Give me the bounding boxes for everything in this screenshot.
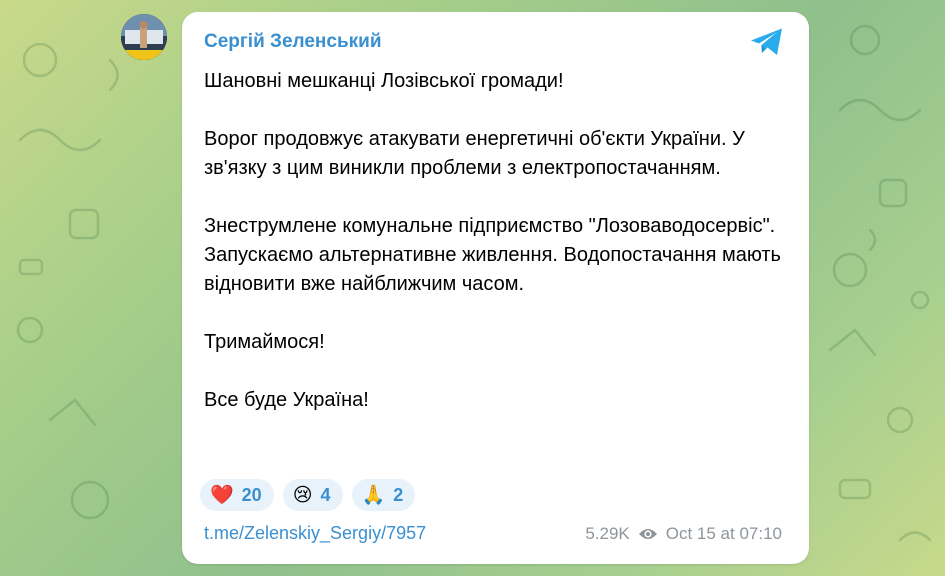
reaction-heart[interactable]: ❤️ 20 [200, 479, 274, 511]
author-name[interactable]: Сергій Зеленський [204, 31, 382, 53]
message-paragraph: Тримаймося! [204, 331, 325, 353]
praying-hands-icon: 🙏 [361, 484, 386, 506]
message-text: Шановні мешканці Лозівської громади! Вор… [204, 67, 789, 444]
telegram-logo-icon[interactable] [749, 27, 785, 57]
message-paragraph: Знеструмлене комунальне підприємство "Ло… [204, 215, 781, 295]
reaction-count: 20 [241, 484, 262, 505]
reaction-count: 2 [393, 484, 404, 505]
message-card: Сергій Зеленський Шановні мешканці Лозів… [182, 12, 809, 564]
message-paragraph: Ворог продовжує атакувати енергетичні об… [204, 128, 745, 179]
reaction-praying-hands[interactable]: 🙏 2 [351, 479, 416, 511]
avatar[interactable] [121, 14, 167, 60]
reaction-crying-face[interactable]: 😢 4 [282, 479, 343, 511]
avatar-photo [121, 14, 167, 60]
post-meta: 5.29K Oct 15 at 07:10 [585, 524, 782, 544]
heart-icon: ❤️ [210, 484, 234, 506]
reactions-bar: ❤️ 20 😢 4 🙏 2 [200, 479, 416, 511]
view-count: 5.29K [585, 524, 630, 543]
reaction-count: 4 [320, 484, 331, 505]
message-paragraph: Шановні мешканці Лозівської громади! [204, 70, 564, 92]
eye-icon [638, 529, 657, 539]
message-paragraph: Все буде Україна! [204, 389, 369, 411]
crying-face-icon: 😢 [292, 484, 313, 506]
post-link[interactable]: t.me/Zelenskiy_Sergiy/7957 [204, 523, 426, 544]
post-timestamp: Oct 15 at 07:10 [665, 524, 782, 543]
